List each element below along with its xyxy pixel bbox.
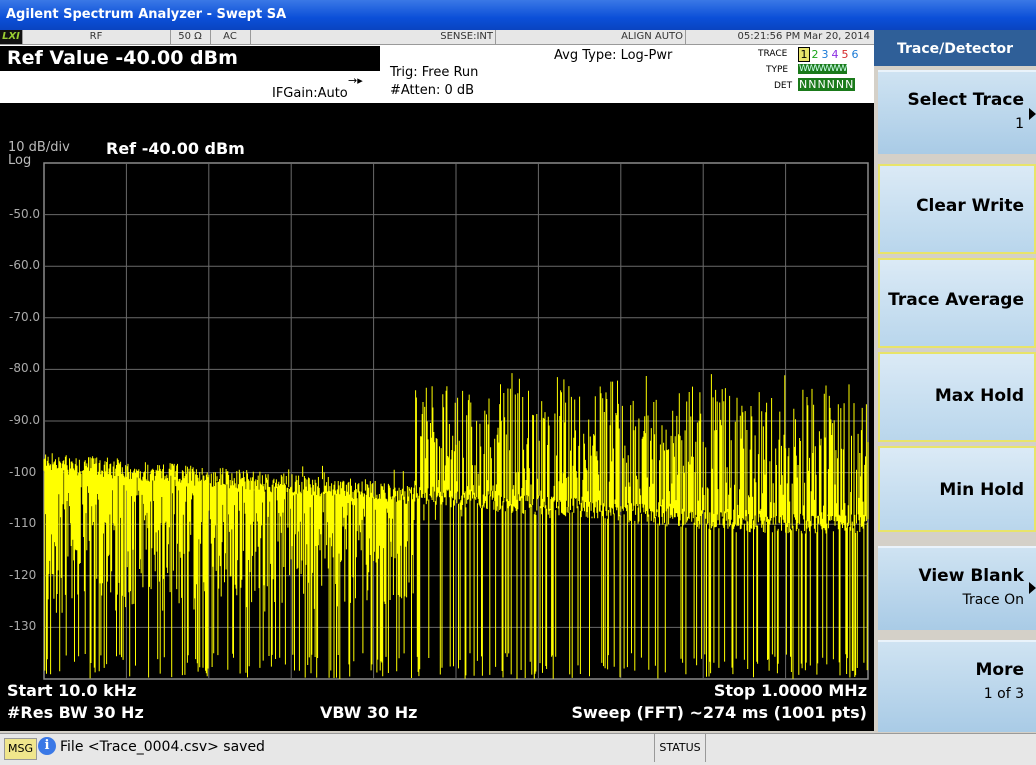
msg-label[interactable]: MSG [4, 738, 37, 760]
det-legend-label: DET [774, 81, 793, 91]
min-hold-label: Min Hold [939, 480, 1024, 500]
view-blank-button[interactable]: View Blank Trace On [878, 546, 1036, 630]
submenu-arrow-icon [1029, 108, 1036, 120]
type-legend-label: TYPE [766, 65, 789, 75]
trace-number-2: 2 [811, 48, 819, 61]
impedance-indicator: 50 Ω [170, 30, 211, 44]
trace-types: WWWWWW [798, 64, 847, 74]
lxi-badge: LXI [0, 30, 23, 44]
y-tick-label: -110 [9, 516, 37, 531]
trace-detectors: NNNNNN [798, 78, 856, 91]
trace-number-5: 5 [841, 48, 849, 61]
clear-write-button[interactable]: Clear Write [878, 164, 1036, 254]
scale-label: 10 dB/div Log [8, 141, 70, 167]
max-hold-label: Max Hold [934, 386, 1024, 406]
view-blank-value: Trace On [962, 592, 1024, 608]
y-tick-label: -60.0 [9, 258, 41, 273]
rf-indicator: RF [22, 30, 171, 44]
trace-legend-label: TRACE [758, 49, 788, 59]
view-blank-label: View Blank [918, 566, 1024, 586]
status-strip: LXI RF 50 Ω AC SENSE:INT ALIGN AUTO 05:2… [0, 30, 874, 45]
more-label: More [975, 660, 1024, 680]
window-title: Agilent Spectrum Analyzer - Swept SA [6, 7, 287, 22]
scale-type: Log [8, 153, 32, 168]
input-arrow-icon: →▸ [348, 74, 363, 87]
ifgain-label: IFGain:Auto [272, 86, 348, 101]
trace-number-3: 3 [821, 48, 829, 61]
more-button[interactable]: More 1 of 3 [878, 640, 1036, 732]
max-hold-button[interactable]: Max Hold [878, 352, 1036, 442]
min-hold-button[interactable]: Min Hold [878, 446, 1036, 532]
y-tick-label: -90.0 [9, 413, 41, 427]
stop-freq[interactable]: Stop 1.0000 MHz [714, 681, 867, 700]
trace-average-button[interactable]: Trace Average [878, 258, 1036, 348]
y-tick-label: -50.0 [9, 206, 41, 221]
select-trace-label: Select Trace [907, 90, 1024, 110]
y-tick-label: -120 [9, 567, 37, 582]
sweep-time[interactable]: Sweep (FFT) ~274 ms (1001 pts) [572, 703, 868, 722]
select-trace-value: 1 [1015, 116, 1024, 132]
trace-average-label: Trace Average [888, 290, 1024, 310]
more-page: 1 of 3 [983, 686, 1024, 702]
spectrum-plot[interactable] [0, 103, 874, 731]
trace-number-list: 123456 [798, 47, 860, 62]
y-tick-label: -80.0 [9, 361, 41, 376]
clear-write-label: Clear Write [916, 196, 1024, 216]
sense-indicator: SENSE:INT [250, 30, 496, 44]
y-tick-label: -70.0 [9, 309, 41, 324]
start-freq[interactable]: Start 10.0 kHz [7, 681, 136, 700]
message-bar: MSG i File <Trace_0004.csv> saved STATUS [0, 733, 1036, 765]
vbw[interactable]: VBW 30 Hz [320, 703, 417, 722]
softkey-menu-title: Trace/Detector [874, 30, 1036, 66]
trigger-label: Trig: Free Run [390, 65, 479, 80]
window-title-bar: Agilent Spectrum Analyzer - Swept SA [0, 0, 1036, 30]
submenu-arrow-icon [1029, 582, 1036, 594]
align-indicator: ALIGN AUTO [496, 30, 686, 44]
y-tick-label: -100 [9, 464, 37, 479]
status-message: File <Trace_0004.csv> saved [60, 739, 265, 755]
y-tick-label: -130 [9, 619, 37, 634]
datetime: 05:21:56 PM Mar 20, 2014 [737, 31, 870, 42]
atten-label: #Atten: 0 dB [390, 83, 475, 98]
res-bw[interactable]: #Res BW 30 Hz [7, 703, 144, 722]
ref-level-label: Ref -40.00 dBm [106, 139, 245, 158]
avg-type-label: Avg Type: Log-Pwr [554, 48, 673, 63]
trace-legend: TRACE 123456 TYPE WWWWWW DET NNNNNN [758, 46, 872, 94]
spectrum-display: 10 dB/div Log Ref -40.00 dBm -50.0 -60.0 -… [0, 103, 874, 731]
trace-number-6: 6 [851, 48, 859, 61]
select-trace-button[interactable]: Select Trace 1 [878, 70, 1036, 154]
coupling-indicator: AC [210, 30, 251, 44]
status-button[interactable]: STATUS [654, 734, 706, 762]
info-icon: i [38, 737, 56, 755]
trace-number-4: 4 [831, 48, 839, 61]
trace-number-1: 1 [798, 47, 810, 62]
ref-value-readout[interactable]: Ref Value -40.00 dBm [0, 46, 380, 71]
